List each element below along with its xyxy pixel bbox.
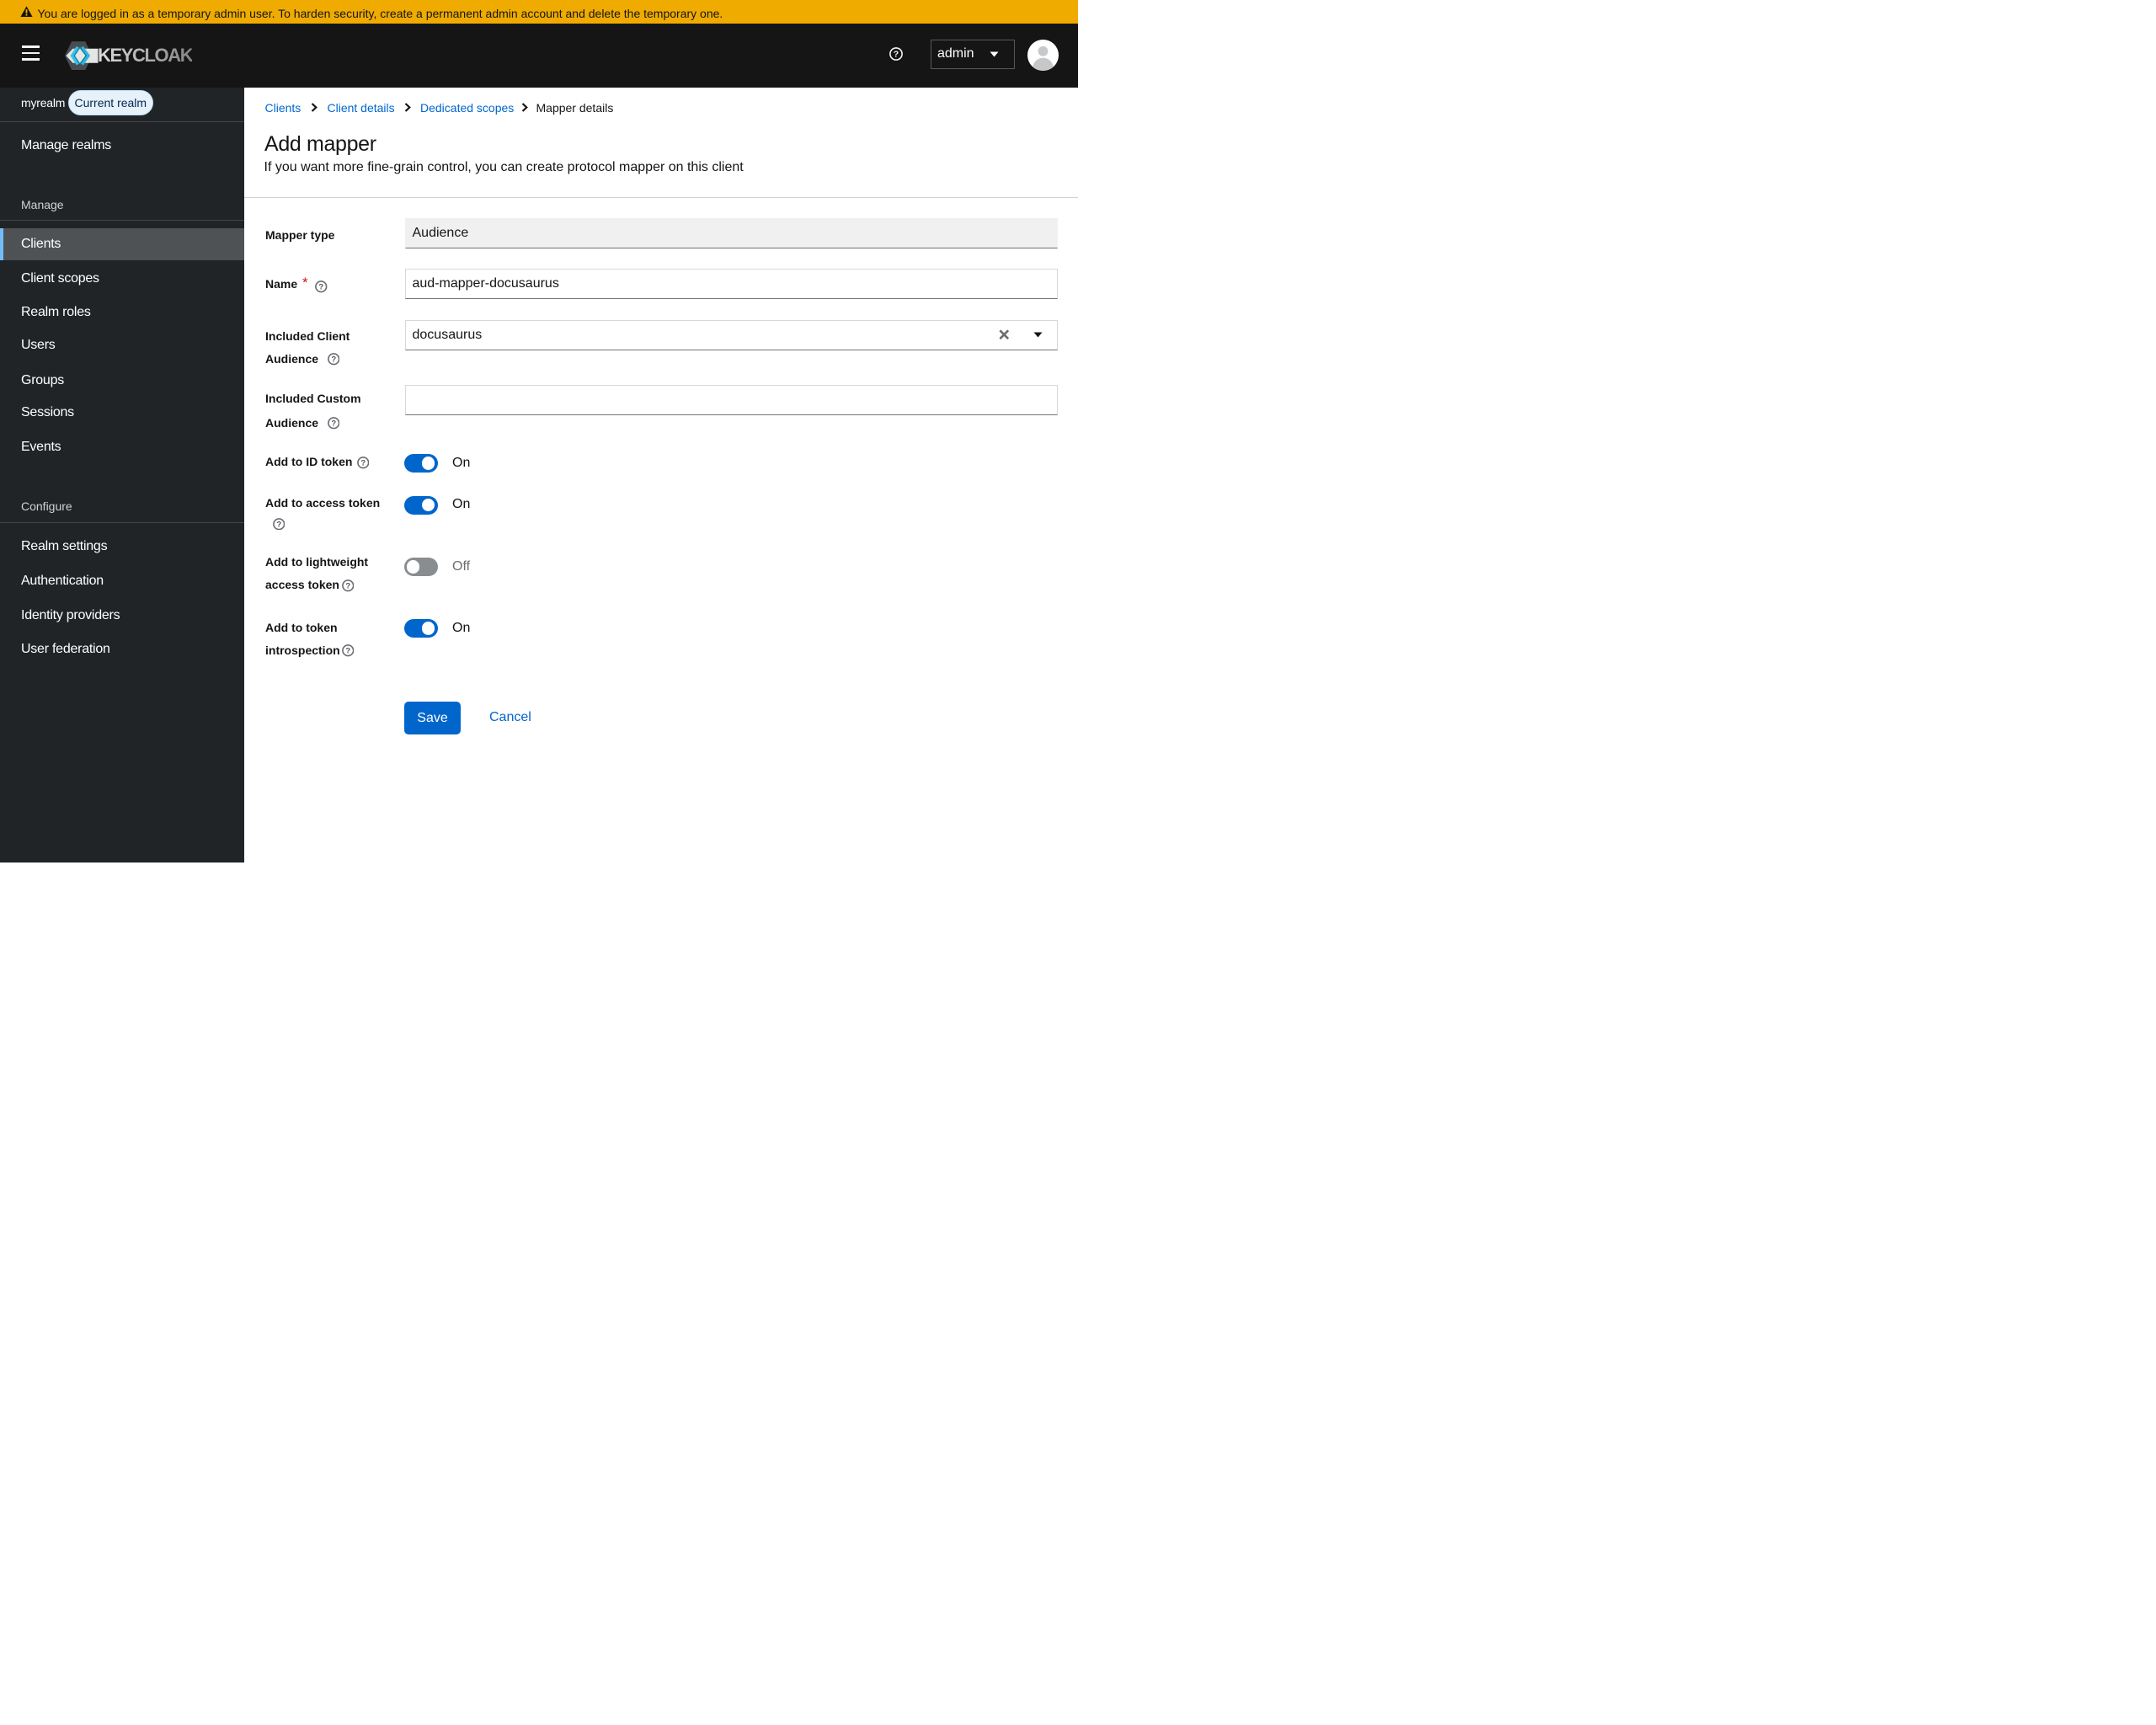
svg-text:?: ? <box>894 50 899 60</box>
svg-text:?: ? <box>360 459 366 468</box>
svg-text:?: ? <box>331 419 336 429</box>
svg-text:?: ? <box>345 582 350 591</box>
svg-text:?: ? <box>276 520 281 529</box>
svg-text:?: ? <box>345 647 350 656</box>
svg-text:?: ? <box>331 355 336 365</box>
svg-text:?: ? <box>318 283 323 292</box>
